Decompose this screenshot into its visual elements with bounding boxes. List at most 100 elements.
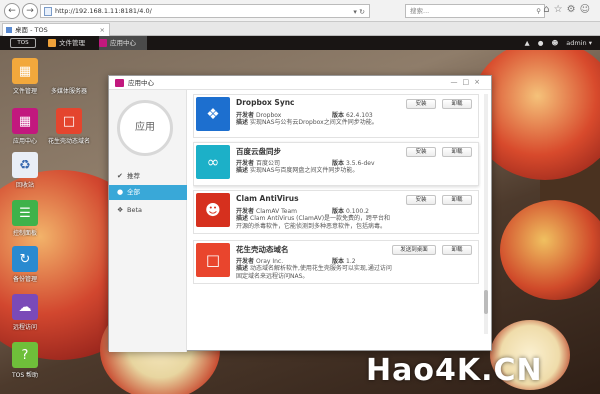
media-server-icon [56, 58, 82, 84]
app-desc: 描述 动态域名解析软件,使用花生壳服务可以实现,通过访问固定域名来远程访问NAS。 [236, 265, 396, 281]
desktop-icon-tos-help[interactable]: ? TOS 帮助 [4, 342, 46, 379]
desc-label: 描述 [236, 265, 249, 272]
version-value: 1.2 [346, 258, 356, 265]
desktop-icon-file-manager[interactable]: ▦ 文件管理 [4, 58, 46, 95]
desc-value: 实现NAS与公有云Dropbox之间文件同步功能。 [250, 119, 378, 126]
desktop-icon-recycle-bin[interactable]: ♻ 回收站 [4, 152, 46, 189]
recycle-bin-icon: ♻ [12, 152, 38, 178]
nav-label: 全部 [127, 188, 140, 196]
nav-all[interactable]: ● 全部 [109, 185, 187, 200]
nav-recommended[interactable]: ✔ 推荐 [109, 169, 187, 184]
app-name: Clam AntiVirus [236, 194, 299, 203]
version-value: 0.100.2 [346, 208, 369, 215]
app-meta: 开发者 百度公司 版本 3.5.6-dev [236, 158, 375, 167]
desktop-icon-oray[interactable]: □ 花生壳动态域名 [48, 108, 90, 145]
desc-label: 描述 [236, 119, 249, 126]
browser-icons[interactable]: ⌂☆⚙☺ [543, 4, 594, 15]
nav-label: Beta [127, 206, 142, 214]
app-center-icon [115, 79, 124, 87]
search-icon[interactable]: ⚲ [536, 5, 541, 17]
settings-icon[interactable]: ● [538, 39, 544, 47]
oray-icon: □ [196, 243, 230, 277]
wallpaper-apple [500, 200, 600, 300]
app-name: 百度云盘同步 [236, 147, 281, 156]
watermark: Hao4K.CN [366, 353, 543, 388]
app-desc: 描述 实现NAS与公有云Dropbox之间文件同步功能。 [236, 119, 396, 127]
uninstall-button[interactable]: 卸载 [442, 245, 472, 255]
uninstall-button[interactable]: 卸载 [442, 147, 472, 157]
tos-logo[interactable]: TOS [10, 38, 36, 48]
version-label: 版本 [332, 208, 345, 215]
user-name: admin [566, 39, 587, 47]
thumbs-up-icon: ✔ [117, 172, 123, 180]
nav-label: 推荐 [127, 172, 140, 180]
search-placeholder: 搜索... [410, 7, 430, 15]
help-icon: ? [12, 342, 38, 368]
desktop-icon-media-server[interactable]: 多媒体服务器 [48, 58, 90, 95]
tab-title: 桌面 - TOS [15, 26, 48, 34]
close-tab-icon[interactable]: × [100, 24, 105, 36]
app-center-sidebar: 应用 ✔ 推荐 ● 全部 ❖ Beta [109, 90, 187, 352]
app-meta: 开发者 Oray Inc. 版本 1.2 [236, 256, 356, 265]
app-desc: 描述 实现NAS与百度网盘之间文件同步功能。 [236, 167, 396, 175]
desktop-icon-control-panel[interactable]: ☰ 控制面板 [4, 200, 46, 237]
desktop-icon-backup[interactable]: ↻ 备份管理 [4, 246, 46, 283]
window-controls[interactable]: —□× [451, 76, 485, 89]
icon-label: 文件管理 [12, 88, 37, 95]
sliders-icon: ☰ [12, 200, 38, 226]
window-titlebar[interactable]: 应用中心 —□× [109, 76, 491, 90]
icon-label: 花生壳动态域名 [48, 138, 91, 145]
developer-label: 开发者 [236, 112, 255, 119]
install-button[interactable]: 安装 [406, 99, 436, 109]
uninstall-button[interactable]: 卸载 [442, 195, 472, 205]
task-app-center[interactable]: 应用中心 [99, 36, 147, 50]
app-center-window: 应用中心 —□× 应用 ✔ 推荐 ● 全部 ❖ Beta ❖ Dropbox S… [108, 75, 492, 352]
notification-icon[interactable]: ▲ [525, 39, 530, 47]
desc-label: 描述 [236, 215, 249, 222]
send-to-desktop-button[interactable]: 发送到桌面 [392, 245, 436, 255]
app-desc: 描述 Clam AntiVirus (ClamAV)是一款免费的，跨平台和开源的杀… [236, 215, 396, 231]
user-icon: ● [117, 188, 124, 196]
refresh-icon[interactable]: ▾ ↻ [353, 6, 365, 18]
developer-label: 开发者 [236, 258, 255, 265]
desc-label: 描述 [236, 167, 249, 174]
uninstall-button[interactable]: 卸载 [442, 99, 472, 109]
address-text: http://192.168.1.11:8181/4.0/ [55, 7, 152, 15]
app-center-icon: ▦ [12, 108, 38, 134]
forward-icon[interactable]: → [22, 3, 38, 19]
app-name: 花生壳动态域名 [236, 245, 289, 254]
browser-tab[interactable]: 桌面 - TOS × [2, 23, 110, 36]
app-list: ❖ Dropbox Sync 开发者 Dropbox 版本 62.4.103 描述实… [193, 90, 481, 352]
icon-label: TOS 帮助 [11, 372, 39, 379]
version-label: 版本 [332, 112, 345, 119]
taskbar-right: ▲ ● ☻ admin ▾ [519, 36, 592, 50]
task-label: 文件管理 [59, 39, 85, 47]
address-bar[interactable]: http://192.168.1.11:8181/4.0/ ▾ ↻ [40, 4, 370, 18]
clamav-icon: ☻ [196, 193, 230, 227]
baidu-cloud-icon: ∞ [196, 145, 230, 179]
developer-value: 百度公司 [256, 160, 281, 167]
version-label: 版本 [332, 258, 345, 265]
task-file-manager[interactable]: 文件管理 [48, 36, 94, 50]
icon-label: 备份管理 [12, 276, 37, 283]
app-name: Dropbox Sync [236, 98, 295, 107]
task-label: 应用中心 [110, 39, 136, 47]
scrollbar[interactable] [484, 94, 488, 334]
desktop: ▦ 文件管理 多媒体服务器 ▦ 应用中心 □ 花生壳动态域名 ♻ 回收站 ☰ 控… [0, 50, 600, 394]
developer-label: 开发者 [236, 208, 255, 215]
nav-beta[interactable]: ❖ Beta [109, 203, 187, 218]
version-label: 版本 [332, 160, 345, 167]
app-card-oray: □ 花生壳动态域名 开发者 Oray Inc. 版本 1.2 描述 动态域名解析软件,… [193, 240, 479, 284]
desktop-icon-app-center[interactable]: ▦ 应用中心 [4, 108, 46, 145]
scrollbar-thumb[interactable] [484, 290, 488, 314]
install-button[interactable]: 安装 [406, 147, 436, 157]
user-menu[interactable]: ☻ admin ▾ [551, 39, 592, 47]
icon-label: 回收站 [15, 182, 34, 189]
developer-value: Oray Inc. [256, 258, 284, 265]
icon-label: 应用中心 [12, 138, 37, 145]
back-icon[interactable]: ← [4, 3, 20, 19]
desktop-icon-remote-access[interactable]: ☁ 远程访问 [4, 294, 46, 331]
app-card-baidu: ∞ 百度云盘同步 开发者 百度公司 版本 3.5.6-dev 描述 实现NAS与百度网… [193, 142, 479, 186]
search-input[interactable]: 搜索... ⚲ [405, 4, 545, 18]
install-button[interactable]: 安装 [406, 195, 436, 205]
